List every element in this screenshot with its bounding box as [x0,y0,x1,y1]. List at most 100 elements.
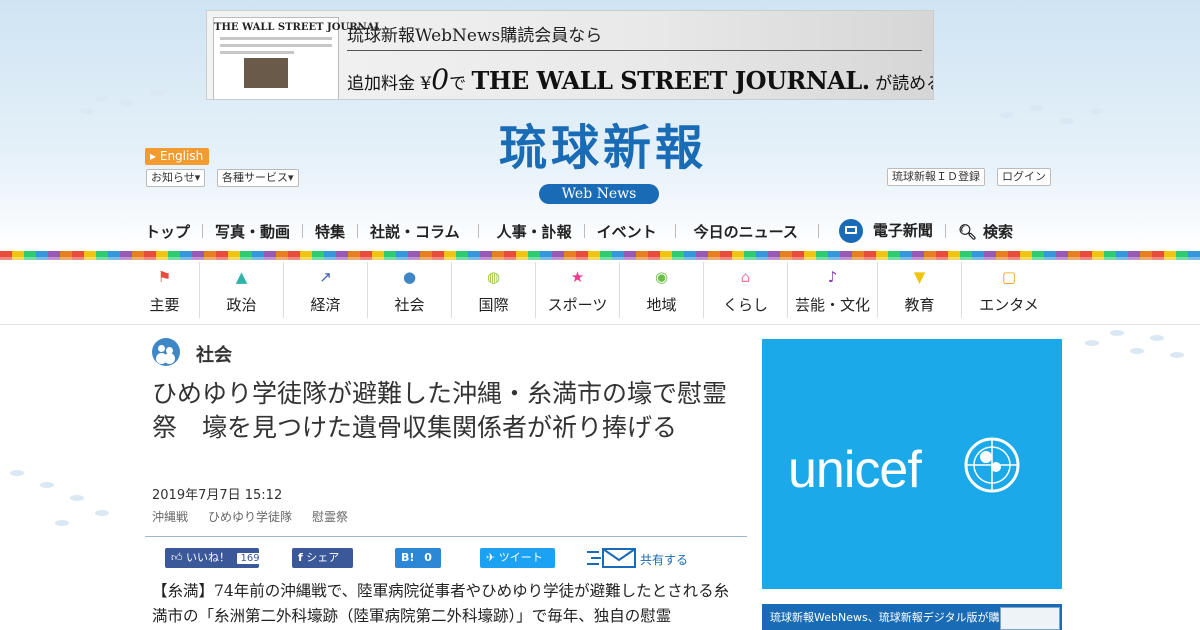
cat-label: 教育 [904,296,935,314]
like-label: いいね！ [186,551,230,564]
section-name[interactable]: 社会 [196,341,232,367]
thumbs-up-icon: 👍︎ [171,551,183,564]
cat-main[interactable]: ⚑ 主要 [130,262,200,318]
house-icon: ⌂ [740,268,751,286]
tag-link[interactable]: ひめゆり学徒隊 [208,508,292,525]
search-icon: 🔍︎ [957,222,977,241]
fb-share-label: シェア [306,551,340,564]
id-register-button[interactable]: 琉球新報ＩＤ登録 [887,168,985,186]
cat-education[interactable]: ▼ 教育 [878,262,962,318]
nav-divider [817,224,819,238]
mail-share-icon[interactable] [587,546,637,570]
globe-icon: ◍ [486,268,501,286]
banner-yen: ¥ [420,74,432,94]
category-nav: ⚑ 主要 ▲ 政治 ↗ 経済 ● 社会 ◍ 国際 ★ スポーツ ◉ 地域 ⌂ くらし ♪ 芸能・文… [130,262,1056,318]
cat-politics[interactable]: ▲ 政治 [200,262,284,318]
unicef-wordmark: unicef [788,441,922,499]
nav-todays-news[interactable]: 今日のニュース [694,221,798,242]
hatena-label: B! [401,551,415,564]
notice-label: お知らせ [151,171,195,184]
nav-photo-video[interactable]: 写真・動画 [215,221,290,242]
nav-divider [477,224,479,238]
newspaper-image: THE WALL STREET JOURNAL [213,17,382,99]
webnews-badge: Web News [539,184,659,204]
cat-label: くらし [722,296,768,314]
banner-de: で [449,74,467,94]
english-label: English [159,149,204,163]
services-label: 各種サービス [222,171,288,184]
nav-features[interactable]: 特集 [315,221,345,242]
facebook-share-button[interactable]: f シェア [292,548,353,568]
tweet-label: ツイート [498,551,543,564]
cat-label: 国際 [478,296,509,314]
cat-label: 主要 [149,296,180,314]
cat-life[interactable]: ⌂ くらし [704,262,788,318]
article-title: ひめゆり学徒隊が避難した沖縄・糸満市の壕で慰霊祭 壕を見つけた遺骨収集関係者が祈… [152,379,728,442]
search-label: 検索 [982,222,1013,241]
people-icon: ● [402,268,417,286]
cat-label: 経済 [310,296,341,314]
grad-cap-icon: ▼ [913,268,926,286]
music-icon: ♪ [827,268,838,286]
banner-suffix: が読める [875,74,933,94]
like-count: 169 [236,553,264,564]
nav-divider [674,224,676,238]
tweet-button[interactable]: ✈︎ ツイート [480,548,555,568]
promo-screenshot-image [1000,607,1060,630]
caret-down-icon: ▾ [288,171,294,184]
cat-label: 地域 [646,296,677,314]
nav-search[interactable]: 🔍︎ 検索 [958,221,1013,242]
nav-editorials[interactable]: 社説・コラム [370,221,460,242]
nav-digital-paper[interactable]: 電子新聞 [838,219,933,243]
banner-line2: 追加料金 ¥0で THE WALL STREET JOURNAL. が読める [347,63,933,96]
cat-international[interactable]: ◍ 国際 [452,262,536,318]
cat-label: 政治 [226,296,257,314]
tag-link[interactable]: 慰霊祭 [312,508,348,525]
tag-link[interactable]: 沖縄戦 [152,508,188,525]
cat-label: エンタメ [979,296,1039,314]
share-more-link[interactable]: 共有する [640,551,688,568]
site-logo[interactable]: 琉球新報 [453,118,753,178]
article-body: 【糸満】74年前の沖縄戦で、陸軍病院従事者やひめゆり学徒が避難したとされる糸満市… [152,582,730,625]
flag-icon: ⚑ [157,268,172,286]
banner-prefix: 追加料金 [347,74,415,94]
cat-economy[interactable]: ↗ 経済 [284,262,368,318]
nav-top[interactable]: トップ [145,221,190,242]
facebook-like-button[interactable]: 👍︎ いいね！ 169 [165,548,264,568]
runner-icon: ★ [570,268,585,286]
newspaper-masthead: THE WALL STREET JOURNAL [214,22,382,33]
article-divider [145,536,747,537]
digital-paper-icon [838,219,863,243]
english-link[interactable]: ▸ English [145,148,210,165]
nav-divider [302,224,304,238]
cat-culture[interactable]: ♪ 芸能・文化 [788,262,878,318]
cat-region[interactable]: ◉ 地域 [620,262,704,318]
facebook-icon: f [298,551,303,564]
services-dropdown[interactable]: 各種サービス▾ [217,169,299,187]
cat-label: 芸能・文化 [794,296,870,314]
pin-icon: ◉ [654,268,669,286]
banner-divider [347,50,922,51]
banner-wsj: THE WALL STREET JOURNAL. [471,66,870,95]
hatena-bookmark-button[interactable]: B! 0 [395,548,441,568]
login-button[interactable]: ログイン [997,168,1051,186]
play-arrow-icon: ▸ [150,149,157,163]
cat-society[interactable]: ● 社会 [368,262,452,318]
nav-events[interactable]: イベント [597,221,657,242]
society-section-icon [152,338,180,366]
nav-personnel[interactable]: 人事・訃報 [497,221,572,242]
unicef-emblem-icon [964,437,1020,493]
wsj-ad-banner[interactable]: THE WALL STREET JOURNAL 琉球新報WebNews購読会員な… [206,10,934,100]
digital-paper-label: 電子新聞 [872,221,933,240]
nav-divider [202,224,204,238]
nav-divider [357,224,359,238]
banner-line1: 琉球新報WebNews購読会員なら [347,26,603,46]
newspaper-photo [244,58,288,88]
caret-down-icon: ▾ [194,171,201,184]
notice-dropdown[interactable]: お知らせ▾ [146,169,206,187]
banner-zero: 0 [431,63,450,96]
article-tags: 沖縄戦 ひめゆり学徒隊 慰霊祭 [152,508,348,525]
cat-entertainment[interactable]: ▢ エンタメ [962,262,1056,318]
cat-sports[interactable]: ★ スポーツ [536,262,620,318]
hatena-count: 0 [424,551,432,564]
